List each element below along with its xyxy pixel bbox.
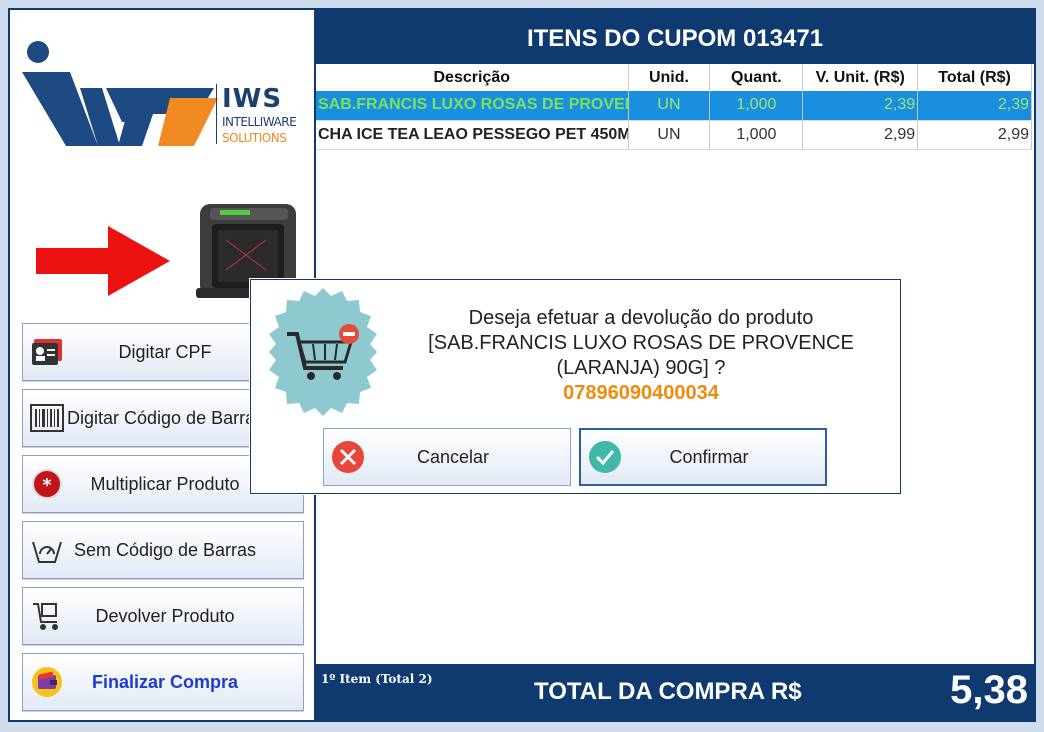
confirm-button[interactable]: Confirmar: [579, 428, 827, 486]
row-desc: CHA ICE TEA LEAO PESSEGO PET 450ML: [316, 120, 629, 150]
row-total: 2,99: [917, 120, 1032, 150]
col-vunit: V. Unit. (R$): [802, 64, 919, 91]
cancel-icon: [332, 441, 364, 473]
items-count: 1º Item (Total 2): [321, 672, 433, 686]
devolver-produto-label: Devolver Produto: [95, 605, 235, 626]
total-value: 5,38: [950, 668, 1028, 712]
col-unid: Unid.: [628, 64, 711, 91]
wallet-icon: [27, 662, 67, 702]
row-qty: 1,000: [709, 91, 804, 121]
cart-remove-icon: [269, 288, 377, 416]
table-row[interactable]: CHA ICE TEA LEAO PESSEGO PET 450ML UN 1,…: [316, 120, 1032, 150]
col-descricao: Descrição: [316, 64, 629, 91]
confirm-label: Confirmar: [669, 446, 749, 467]
barcode-icon: [27, 398, 67, 438]
asterisk-icon: *: [27, 464, 67, 504]
col-total: Total (R$): [917, 64, 1032, 91]
row-total: 2,39: [917, 91, 1032, 121]
col-quant: Quant.: [709, 64, 804, 91]
row-desc: SAB.FRANCIS LUXO ROSAS DE PROVENCE: [316, 91, 629, 121]
row-price: 2,39: [802, 91, 919, 121]
items-table: Descrição Unid. Quant. V. Unit. (R$) Tot…: [316, 64, 1032, 150]
logo-line1: INTELLIWARE: [222, 115, 297, 129]
devolucao-dialog: Deseja efetuar a devolução do produto [S…: [250, 279, 901, 494]
row-qty: 1,000: [709, 120, 804, 150]
table-row[interactable]: SAB.FRANCIS LUXO ROSAS DE PROVENCE UN 1,…: [316, 91, 1032, 121]
row-price: 2,99: [802, 120, 919, 150]
logo-divider: [216, 84, 217, 144]
finalizar-compra-label: Finalizar Compra: [91, 671, 239, 692]
sem-codigo-barras-label: Sem Código de Barras: [73, 539, 257, 560]
svg-text:*: *: [42, 475, 52, 496]
dialog-line3: (LARANJA) 90G] ?: [556, 357, 726, 379]
logo-brand: IWS: [222, 84, 283, 114]
product-code: 07896090400034: [563, 382, 719, 404]
devolver-produto-button[interactable]: Devolver Produto: [22, 587, 304, 645]
row-unit: UN: [628, 91, 711, 121]
finalizar-compra-button[interactable]: Finalizar Compra: [22, 653, 304, 711]
dialog-line2: [SAB.FRANCIS LUXO ROSAS DE PROVENCE: [428, 332, 854, 354]
cancel-label: Cancelar: [416, 446, 490, 467]
total-label: TOTAL DA COMPRA R$: [534, 678, 802, 705]
dialog-message: Deseja efetuar a devolução do produto [S…: [401, 306, 881, 406]
cart-return-icon: [27, 596, 67, 636]
scale-icon: [27, 530, 67, 570]
logo-line2: SOLUTIONS: [222, 131, 287, 145]
total-footer: 1º Item (Total 2) TOTAL DA COMPRA R$ 5,3…: [316, 664, 1034, 720]
sem-codigo-barras-button[interactable]: Sem Código de Barras: [22, 521, 304, 579]
id-card-icon: [27, 332, 67, 372]
cancel-button[interactable]: Cancelar: [323, 428, 571, 486]
row-unit: UN: [628, 120, 711, 150]
red-arrow-icon: [36, 226, 170, 296]
check-icon: [589, 441, 621, 473]
dialog-line1: Deseja efetuar a devolução do produto: [468, 307, 814, 329]
cupom-title: ITENS DO CUPOM 013471: [316, 10, 1034, 64]
